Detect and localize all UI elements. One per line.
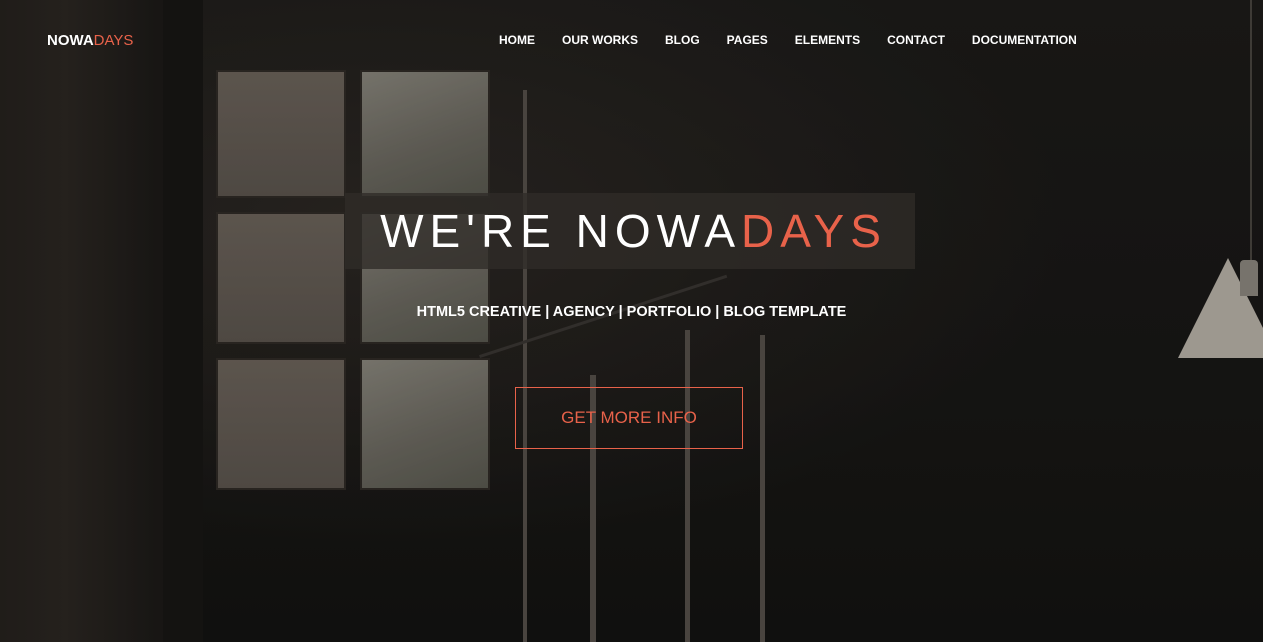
hero-headline-main: WE'RE NOWA — [380, 205, 742, 257]
nav-link-elements[interactable]: ELEMENTS — [795, 33, 860, 47]
nav-item-documentation: DOCUMENTATION — [972, 33, 1077, 47]
logo-main-text: NOWA — [47, 32, 94, 49]
logo-accent-text: DAYS — [93, 32, 134, 49]
nav-link-blog[interactable]: BLOG — [665, 33, 700, 47]
get-more-info-button[interactable]: GET MORE INFO — [515, 387, 743, 449]
nav-item-blog: BLOG — [665, 33, 727, 47]
nav-link-our-works[interactable]: OUR WORKS — [562, 33, 638, 47]
nav-link-home[interactable]: HOME — [499, 33, 535, 47]
nav-link-contact[interactable]: CONTACT — [887, 33, 945, 47]
top-navbar: NOWADAYS HOME OUR WORKS BLOG PAGES ELEME… — [0, 0, 1263, 80]
nav-link-pages[interactable]: PAGES — [727, 33, 768, 47]
hero-headline-accent: DAYS — [741, 205, 887, 257]
hero-headline: WE'RE NOWADAYS — [0, 203, 1263, 259]
nav-item-home: HOME — [499, 33, 562, 47]
nav-item-elements: ELEMENTS — [795, 33, 887, 47]
nav-link-documentation[interactable]: DOCUMENTATION — [972, 33, 1077, 47]
hero-section: NOWADAYS HOME OUR WORKS BLOG PAGES ELEME… — [0, 0, 1263, 642]
hero-background-photo — [0, 0, 1263, 642]
nav-item-contact: CONTACT — [887, 33, 972, 47]
site-logo[interactable]: NOWADAYS — [47, 32, 133, 49]
nav-item-our-works: OUR WORKS — [562, 33, 665, 47]
main-navigation: HOME OUR WORKS BLOG PAGES ELEMENTS CONTA… — [499, 33, 1077, 47]
hero-subheadline: HTML5 CREATIVE | AGENCY | PORTFOLIO | BL… — [416, 304, 847, 320]
nav-item-pages: PAGES — [727, 33, 795, 47]
